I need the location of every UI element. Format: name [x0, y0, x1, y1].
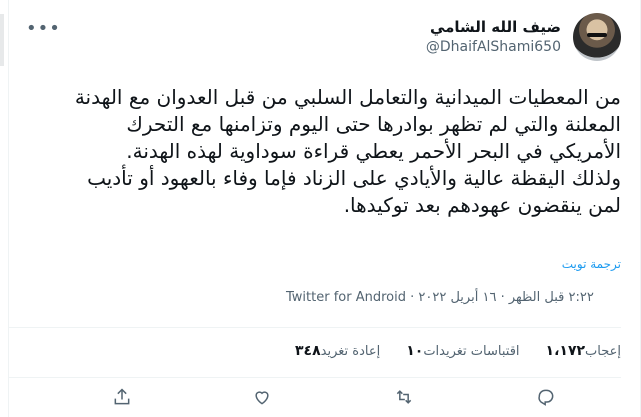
- user-names: ضيف الله الشامي @DhaifAlShami650: [426, 17, 561, 57]
- likes-label: إعجاب: [585, 344, 621, 359]
- source-app[interactable]: Twitter for Android: [286, 290, 406, 305]
- quotes-count: ١٠: [406, 343, 424, 359]
- display-name[interactable]: ضيف الله الشامي: [426, 17, 561, 37]
- quotes-label: اقتباسات تغريدات: [423, 344, 520, 359]
- retweet-icon[interactable]: [394, 387, 416, 409]
- reply-icon[interactable]: [536, 387, 558, 409]
- retweets-stat[interactable]: ٣٤٨ إعادة تغريد: [291, 343, 380, 359]
- left-panel-edge: [0, 0, 9, 417]
- user-handle[interactable]: @DhaifAlShami650: [426, 37, 561, 57]
- avatar[interactable]: [573, 13, 621, 61]
- tweet-stats: ٣٤٨ إعادة تغريد ١٠ اقتباسات تغريدات ١،١٧…: [269, 340, 621, 362]
- retweets-label: إعادة تغريد: [320, 344, 381, 359]
- quotes-stat[interactable]: ١٠ اقتباسات تغريدات: [402, 343, 519, 359]
- share-icon[interactable]: [112, 387, 134, 409]
- like-icon[interactable]: [252, 387, 274, 409]
- tweet-text: من المعطيات الميدانية والتعامل السلبي من…: [74, 85, 621, 217]
- retweets-count: ٣٤٨: [295, 343, 321, 359]
- action-bar: [8, 378, 621, 417]
- timestamp[interactable]: ٢:٢٢ قبل الظهر · ١٦ أبريل ٢٠٢٢ ·: [410, 290, 594, 305]
- tweet-meta: ٢:٢٢ قبل الظهر · ١٦ أبريل ٢٠٢٢ · Twitter…: [286, 290, 594, 305]
- more-icon[interactable]: •••: [26, 18, 61, 39]
- tweet-header: ضيف الله الشامي @DhaifAlShami650: [426, 12, 621, 62]
- likes-count: ١،١٧٢: [545, 343, 586, 359]
- avatar-glasses: [587, 33, 607, 37]
- likes-stat[interactable]: ١،١٧٢ إعجاب: [542, 343, 621, 359]
- translate-link[interactable]: ترجمة تويت: [562, 257, 621, 271]
- divider-top: [8, 327, 621, 328]
- left-panel-block: [0, 14, 4, 66]
